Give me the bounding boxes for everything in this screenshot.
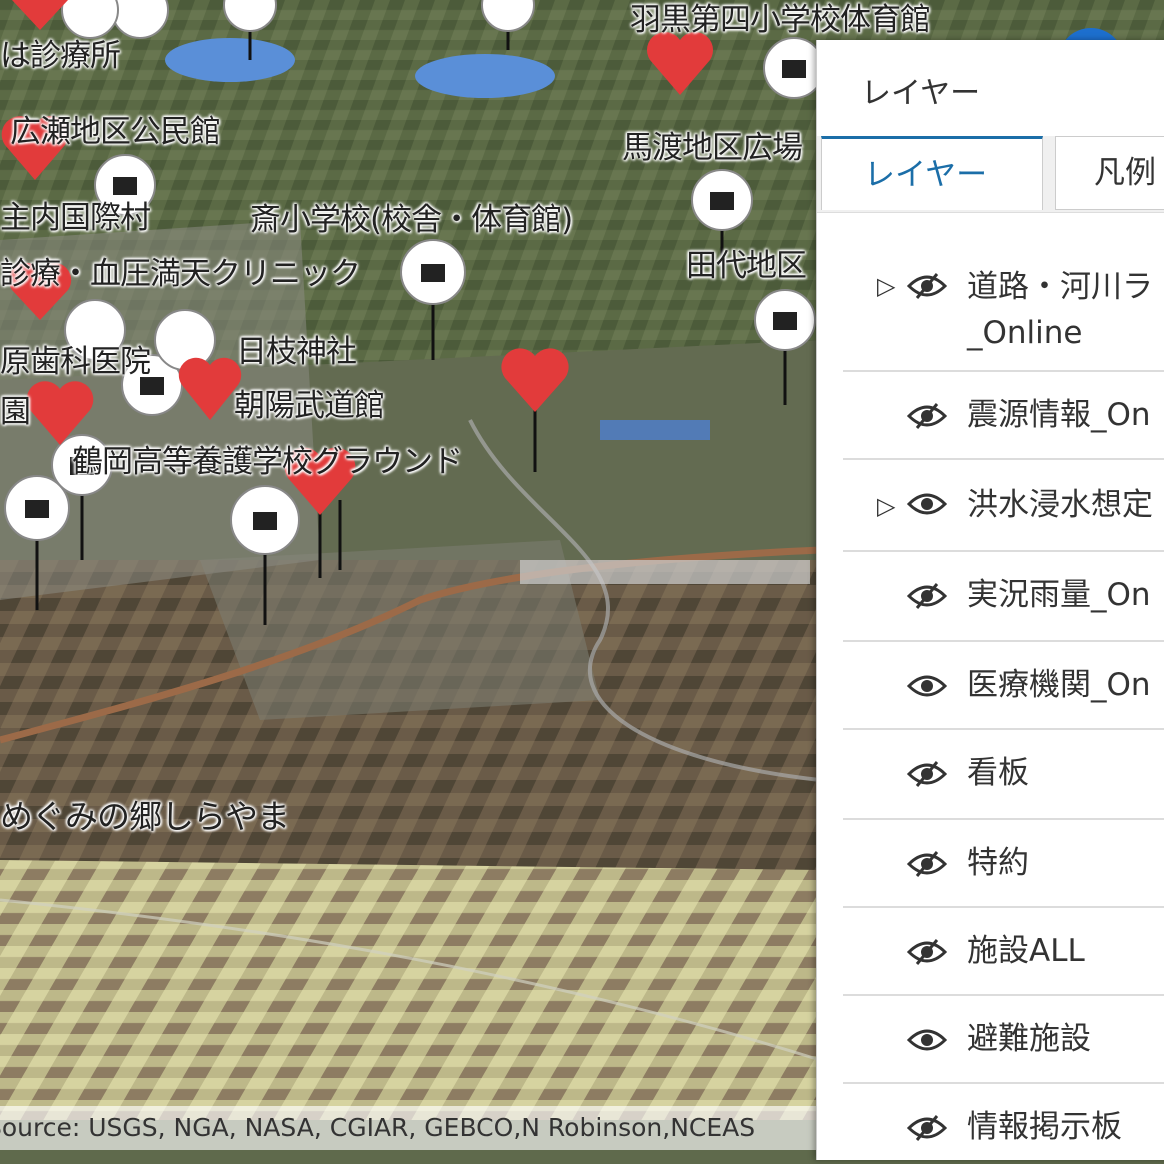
panel-tabs: レイヤー 凡例: [817, 136, 1164, 213]
map-label: 原歯科医院: [0, 344, 151, 380]
layer-item[interactable]: 特約: [843, 820, 1164, 908]
map-label: 園: [0, 394, 31, 430]
eye-off-icon[interactable]: [907, 938, 947, 966]
layer-name: 避難施設: [967, 1021, 1091, 1057]
layer-name: 実況雨量_On: [967, 577, 1151, 613]
layer-name: 道路・河川ラ: [967, 269, 1153, 305]
layer-item[interactable]: ▷ 道路・河川ラ _Online: [843, 212, 1164, 372]
panel-title: レイヤー: [861, 76, 981, 111]
tab-layers[interactable]: レイヤー: [821, 136, 1043, 210]
map-label: は診療所: [0, 38, 121, 74]
layer-item[interactable]: 実況雨量_On: [843, 552, 1164, 642]
layer-item[interactable]: 施設ALL: [843, 908, 1164, 996]
eye-icon[interactable]: [907, 1026, 947, 1054]
layer-name: 看板: [967, 755, 1029, 791]
map-label: 馬渡地区広場: [622, 130, 803, 166]
layer-item[interactable]: ▷ 洪水浸水想定: [843, 460, 1164, 552]
map-label: 鶴岡高等養護学校グラウンド: [72, 444, 463, 480]
map-label: 広瀬地区公民館: [10, 114, 221, 150]
layer-item[interactable]: 情報掲示板: [843, 1084, 1164, 1160]
map-label: めぐみの郷しらやま: [0, 797, 290, 836]
layer-item[interactable]: 医療機関_On: [843, 642, 1164, 730]
map-label: 朝陽武道館: [234, 388, 385, 424]
layer-panel: レイヤー レイヤー 凡例 ▷ 道路・河川ラ _Online 震源情報_On ▷: [816, 40, 1164, 1160]
map-label: 主内国際村: [0, 200, 151, 236]
map-label: 斎小学校(校舎・体育館): [250, 202, 573, 238]
tab-legend[interactable]: 凡例: [1055, 136, 1164, 210]
eye-icon[interactable]: [907, 490, 947, 518]
layer-name: 情報掲示板: [967, 1109, 1122, 1145]
layer-name: 医療機関_On: [967, 667, 1151, 703]
layer-item[interactable]: 震源情報_On: [843, 372, 1164, 460]
layer-name: 洪水浸水想定: [967, 487, 1153, 523]
map-label: 羽黒第四小学校体育館: [630, 2, 931, 38]
layer-name-line2: _Online: [967, 315, 1083, 351]
eye-off-icon[interactable]: [907, 1114, 947, 1142]
chevron-right-icon[interactable]: ▷: [877, 272, 895, 300]
eye-off-icon[interactable]: [907, 582, 947, 610]
eye-off-icon[interactable]: [907, 402, 947, 430]
eye-off-icon[interactable]: [907, 272, 947, 300]
layer-item[interactable]: 看板: [843, 730, 1164, 820]
layer-name: 特約: [967, 845, 1029, 881]
eye-off-icon[interactable]: [907, 760, 947, 788]
eye-off-icon[interactable]: [907, 850, 947, 878]
layer-item[interactable]: 避難施設: [843, 996, 1164, 1084]
layer-list: ▷ 道路・河川ラ _Online 震源情報_On ▷ 洪水浸水想定 実況雨量_O…: [817, 212, 1164, 1160]
layer-name: 施設ALL: [967, 933, 1085, 969]
attribution-text: Source: USGS, NGA, NASA, CGIAR, GEBCO,N …: [0, 1113, 756, 1142]
eye-icon[interactable]: [907, 672, 947, 700]
map-attribution: Source: USGS, NGA, NASA, CGIAR, GEBCO,N …: [0, 1106, 820, 1150]
map-label: 日枝神社: [236, 334, 357, 370]
map-label: 診療・血圧満天クリニック: [0, 256, 361, 292]
layer-name: 震源情報_On: [967, 397, 1151, 433]
chevron-right-icon[interactable]: ▷: [877, 492, 895, 520]
map-label: 田代地区: [686, 248, 807, 284]
